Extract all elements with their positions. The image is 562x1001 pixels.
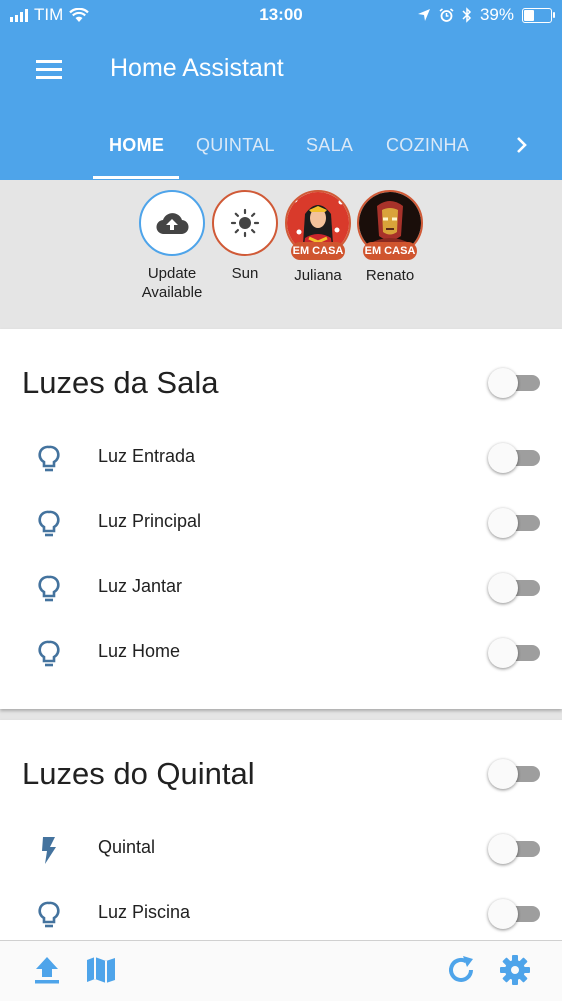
lightbulb-icon [38,575,60,602]
alarm-icon [439,7,454,22]
tab-cozinha[interactable]: COZINHA [386,135,469,156]
entity-toggle[interactable] [488,573,540,603]
status-badge: EM CASA [291,242,345,260]
entity-name: Luz Piscina [98,902,191,922]
entity-toggle[interactable] [488,834,540,864]
entity-row[interactable]: Luz Home [0,621,562,686]
lightbulb-icon [38,445,60,472]
location-icon [417,9,430,21]
tab-bar: HOME QUINTAL SALA COZINHA [0,118,562,180]
entity-name: Luz Jantar [98,576,183,596]
battery-icon [522,7,555,23]
battery-percent: 39% [479,5,514,24]
entity-name: Luz Entrada [98,446,196,466]
card-toggle[interactable] [488,759,540,789]
settings-icon[interactable] [498,953,532,987]
refresh-icon[interactable] [444,953,478,987]
entity-toggle[interactable] [488,638,540,668]
card-luzes-da-sala: Luzes da Sala Luz Entrada Luz Principal … [0,329,562,709]
badge-label: Juliana [294,267,342,284]
card-title: Luzes da Sala [22,365,219,400]
entity-toggle[interactable] [488,899,540,929]
entity-toggle[interactable] [488,508,540,538]
entity-row[interactable]: Luz Piscina [0,882,562,947]
app-header: TIM 13:00 39% Home Assistant HOME QUINTA… [0,0,562,180]
badge-row: Update Available Sun EM CASA Juliana EM … [0,180,562,330]
entity-row[interactable]: Luz Principal [0,491,562,556]
upload-icon[interactable] [30,953,64,987]
tab-quintal[interactable]: QUINTAL [196,135,275,156]
entity-name: Luz Home [98,641,181,661]
badge-update[interactable]: Update Available [132,190,212,302]
badge-juliana[interactable]: EM CASA Juliana [278,190,358,285]
cloud-upload-icon [156,213,189,235]
flash-icon [42,837,56,864]
lightbulb-icon [38,510,60,537]
entity-row[interactable]: Luz Jantar [0,556,562,621]
entity-row[interactable]: Luz Entrada [0,426,562,491]
card-toggle[interactable] [488,368,540,398]
badge-renato[interactable]: EM CASA Renato [350,190,430,285]
sun-icon [230,208,260,238]
map-icon[interactable] [84,953,118,987]
badge-sun[interactable]: Sun [205,190,285,283]
chevron-right-icon[interactable] [512,135,532,155]
badge-label: Update Available [141,265,203,301]
entity-row[interactable]: Quintal [0,817,562,882]
entity-name: Luz Principal [98,511,202,531]
menu-icon[interactable] [36,60,62,82]
active-tab-indicator [93,176,179,179]
tab-home[interactable]: HOME [109,135,164,156]
status-badge: EM CASA [363,242,417,260]
bottom-toolbar [0,940,562,1001]
entity-name: Quintal [98,837,156,857]
badge-label: Renato [365,267,415,284]
badge-label: Sun [231,265,259,282]
entity-toggle[interactable] [488,443,540,473]
tab-sala[interactable]: SALA [306,135,353,156]
bluetooth-icon [462,7,472,23]
lightbulb-icon [38,640,60,667]
card-title: Luzes do Quintal [22,756,255,791]
app-title: Home Assistant [110,54,284,82]
lightbulb-icon [38,901,60,928]
status-bar: TIM 13:00 39% [0,0,562,30]
